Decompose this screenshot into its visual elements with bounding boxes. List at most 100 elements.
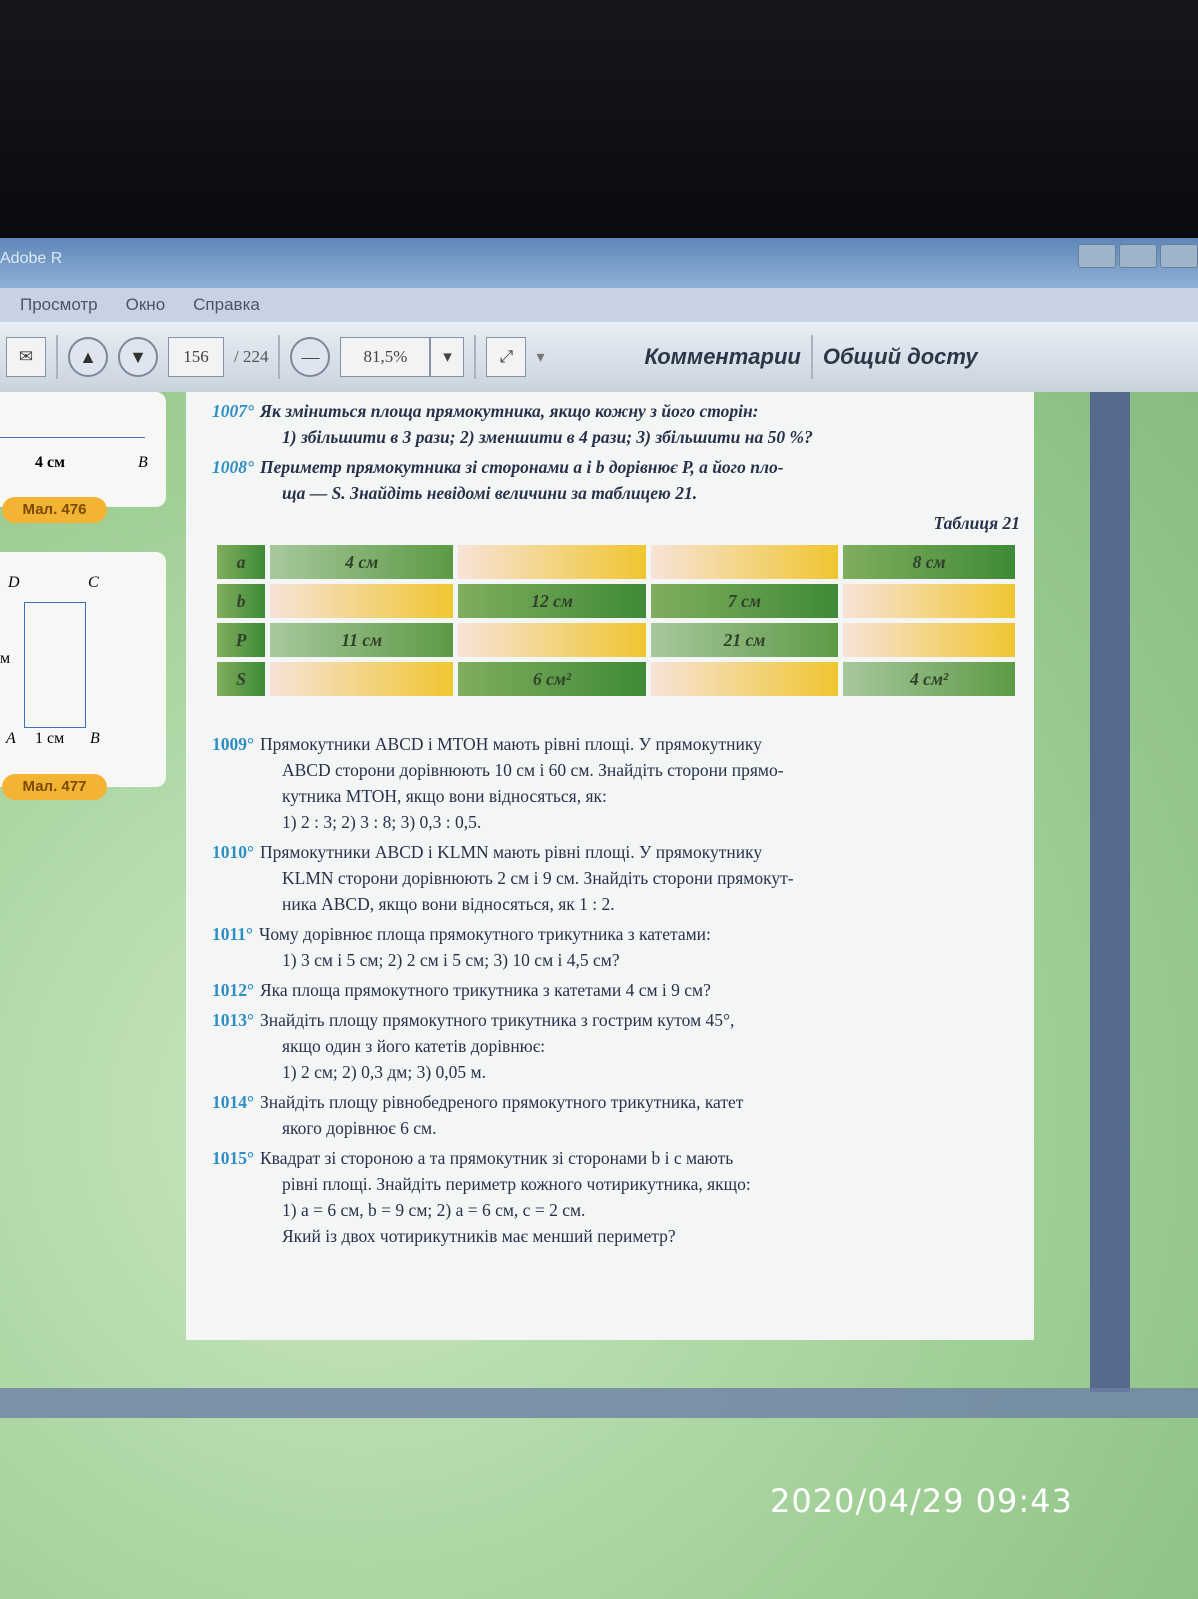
table-row: P 11 см 21 см	[217, 623, 1015, 657]
menu-help[interactable]: Справка	[193, 295, 260, 315]
problem-1015: 1015° Квадрат зі стороною a та прямокутни…	[212, 1145, 1020, 1249]
problem-text: KLMN сторони дорівнюють 2 см і 9 см. Зна…	[282, 868, 794, 888]
table-cell	[270, 584, 454, 618]
toolbar: ✉ ▲ ▼ 156 / 224 — 81,5% ▾ ⤢ ▾ Комментари…	[0, 322, 1198, 392]
table-cell: 4 см	[270, 545, 454, 579]
divider	[278, 335, 281, 379]
problem-1014: 1014° Знайдіть площу рівнобедреного прямо…	[212, 1089, 1020, 1141]
table-cell	[458, 623, 646, 657]
table-cell	[650, 545, 839, 579]
problem-text: Квадрат зі стороною a та прямокутник зі …	[260, 1148, 734, 1168]
minus-icon: —	[301, 346, 320, 367]
problem-1011: 1011° Чому дорівнює площа прямокутного тр…	[212, 921, 1020, 973]
problem-text: Який із двох чотирикутників має менший п…	[282, 1226, 676, 1246]
problem-number: 1008°	[212, 457, 254, 477]
zoom-out-button[interactable]: —	[290, 337, 331, 377]
problem-text: 1) 2 : 3; 2) 3 : 8; 3) 0,3 : 0,5.	[282, 812, 482, 832]
problem-text: кутника MTOH, якщо вони відносяться, як:	[282, 786, 607, 806]
problem-number: 1007°	[212, 401, 254, 421]
table-cell	[458, 545, 646, 579]
maximize-button[interactable]	[1119, 244, 1157, 268]
problem-number: 1011°	[212, 924, 254, 944]
problem-text: Периметр прямокутника зі сторонами a і b…	[260, 457, 784, 477]
figure-caption: Мал. 476	[2, 497, 107, 523]
table-row: b 12 см 7 см	[217, 584, 1015, 618]
table-cell: 6 см²	[458, 662, 646, 696]
close-button[interactable]	[1160, 244, 1198, 268]
problem-1010: 1010° Прямокутники ABCD і KLMN мають рівн…	[212, 839, 1020, 917]
fit-page-icon[interactable]: ⤢	[486, 337, 527, 377]
side-label: 1 см	[35, 730, 65, 747]
problem-text: якого дорівнює 6 см.	[282, 1118, 437, 1138]
page-number-input[interactable]: 156	[168, 337, 224, 377]
page-total: / 224	[234, 347, 269, 366]
problem-number: 1012°	[212, 980, 254, 1000]
zoom-input[interactable]: 81,5%	[340, 337, 431, 377]
arrow-down-icon: ▼	[129, 346, 147, 367]
table-caption: Таблиця 21	[933, 513, 1020, 533]
table-cell	[843, 584, 1015, 618]
zoom-dropdown[interactable]: ▾	[430, 337, 465, 377]
arrow-up-icon: ▲	[79, 346, 97, 367]
row-header: a	[217, 545, 266, 579]
comments-button[interactable]: Комментарии	[645, 344, 801, 370]
divider	[474, 335, 477, 379]
row-header: S	[217, 662, 266, 696]
minimize-button[interactable]	[1078, 244, 1116, 268]
problem-text: Яка площа прямокутного трикутника з кате…	[260, 980, 711, 1000]
problem-1008: 1008° Периметр прямокутника зі сторонами …	[212, 454, 1020, 506]
figure-line	[0, 437, 145, 438]
problem-text: ника ABCD, якщо вони відносяться, як 1 :…	[282, 894, 615, 914]
photo-timestamp: 2020/04/29 09:43	[770, 1482, 1073, 1520]
figure-477: D C A B 1 см м Мал. 477	[0, 552, 166, 800]
problem-text: якщо один з його катетів дорівнює:	[282, 1036, 546, 1056]
table-21: a4 см 8 см b 12 см 7 см P 11 см 21 см S 6 см² 4…	[212, 540, 1020, 701]
table-cell: 4 см²	[843, 662, 1015, 696]
figure-caption: Мал. 477	[2, 774, 107, 800]
problem-text: Прямокутники ABCD і KLMN мають рівні пло…	[260, 842, 763, 862]
menu-view[interactable]: Просмотр	[20, 295, 98, 315]
problem-1007: 1007° Як зміниться площа прямокутника, як…	[212, 398, 1020, 450]
point-c: C	[88, 574, 99, 591]
menu-bar: Просмотр Окно Справка	[0, 288, 1198, 322]
figure-label: 4 см	[35, 454, 65, 471]
problem-text: Знайдіть площу прямокутного трикутника з…	[260, 1010, 735, 1030]
side-label-left: м	[0, 650, 11, 667]
next-page-button[interactable]: ▼	[118, 337, 158, 377]
problem-text: 1) збільшити в 3 рази; 2) зменшити в 4 р…	[282, 427, 813, 447]
figure-476: 4 см B Мал. 476	[0, 392, 166, 523]
table-cell: 21 см	[650, 623, 839, 657]
point-d: D	[8, 574, 20, 591]
table-cell: 11 см	[270, 623, 454, 657]
problem-1009: 1009° Прямокутники ABCD і MTOH мають рівн…	[212, 731, 1020, 835]
point-b: B	[90, 730, 100, 747]
problem-number: 1015°	[212, 1148, 254, 1168]
figure-point: B	[138, 454, 148, 471]
document-page: 1007° Як зміниться площа прямокутника, як…	[186, 392, 1034, 1340]
monitor-bezel	[0, 0, 1198, 238]
problem-number: 1009°	[212, 734, 254, 754]
share-button[interactable]: Общий досту	[823, 344, 978, 370]
table-cell: 12 см	[458, 584, 646, 618]
problem-1012: 1012° Яка площа прямокутного трикутника з…	[212, 977, 1020, 1003]
table-cell: 7 см	[650, 584, 839, 618]
problem-text: 1) 2 см; 2) 0,3 дм; 3) 0,05 м.	[282, 1062, 486, 1082]
problem-1013: 1013° Знайдіть площу прямокутного трикутн…	[212, 1007, 1020, 1085]
table-row: S 6 см² 4 см²	[217, 662, 1015, 696]
chevron-down-icon[interactable]: ▾	[536, 347, 544, 367]
window-bottom-edge	[0, 1388, 1198, 1418]
problem-number: 1013°	[212, 1010, 254, 1030]
divider	[56, 335, 58, 379]
scrollbar[interactable]	[1090, 392, 1130, 1392]
problem-text: 1) a = 6 см, b = 9 см; 2) a = 6 см, c = …	[282, 1200, 586, 1220]
point-a: A	[6, 730, 16, 747]
prev-page-button[interactable]: ▲	[68, 337, 108, 377]
email-icon[interactable]: ✉	[6, 337, 46, 377]
problem-text: 1) 3 см і 5 см; 2) 2 см і 5 см; 3) 10 см…	[282, 950, 620, 970]
problem-number: 1014°	[212, 1092, 254, 1112]
table-cell: 8 см	[843, 545, 1015, 579]
table-row: a4 см 8 см	[217, 545, 1015, 579]
window-title: Adobe R	[0, 250, 63, 267]
menu-window[interactable]: Окно	[126, 295, 166, 315]
rectangle-figure	[24, 602, 86, 728]
